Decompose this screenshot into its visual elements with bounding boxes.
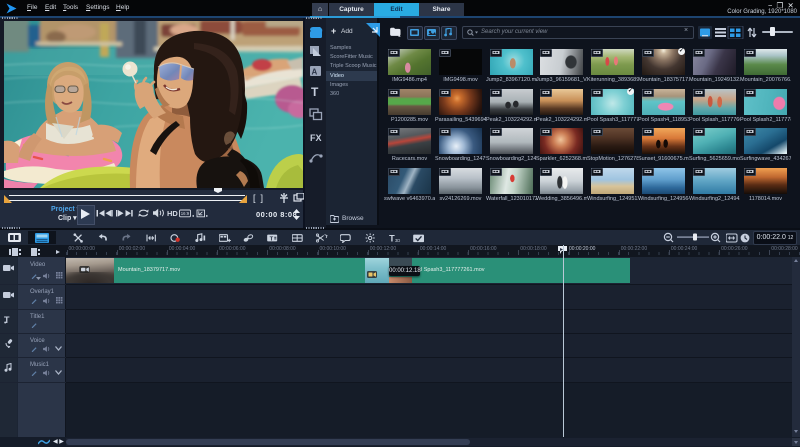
svg-text:T: T: [270, 237, 274, 243]
svg-text:16:9: 16:9: [181, 211, 190, 216]
svg-text:HD: HD: [167, 209, 178, 218]
svg-text:3D: 3D: [395, 238, 400, 243]
svg-text:FX: FX: [310, 133, 322, 143]
svg-text:T: T: [311, 85, 319, 99]
svg-text:A: A: [312, 68, 318, 77]
